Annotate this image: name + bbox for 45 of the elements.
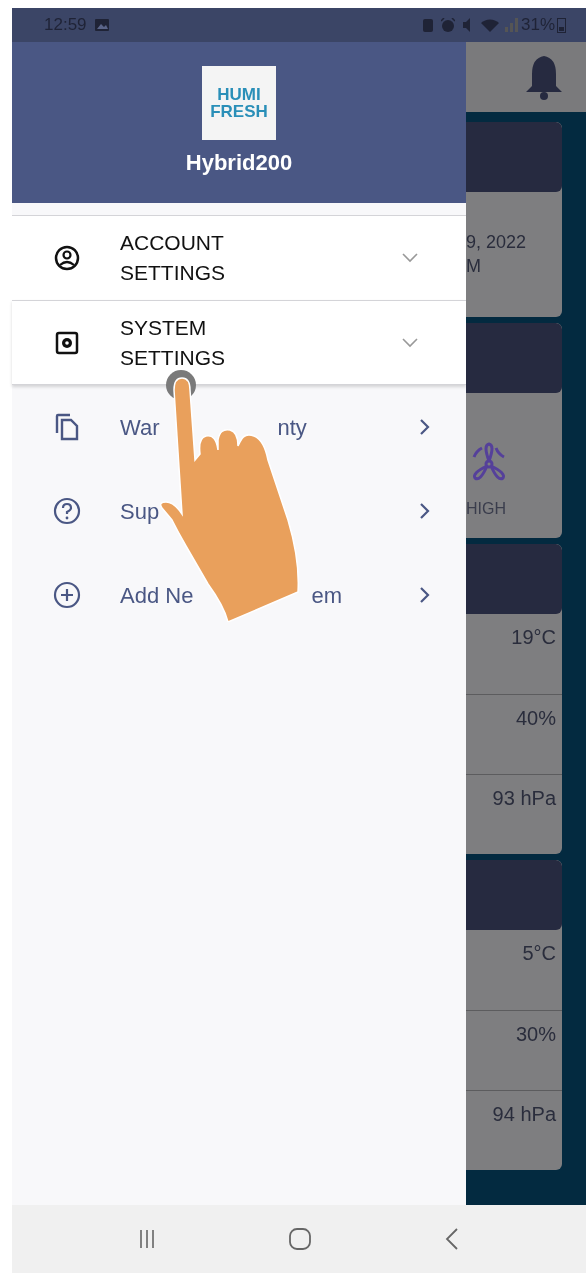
chevron-right-icon xyxy=(420,503,430,519)
menu-item[interactable]: War nty xyxy=(12,385,466,469)
card-text: 9, 2022 xyxy=(466,231,528,254)
reading-value: 94 hPa xyxy=(466,1090,562,1170)
mute-icon xyxy=(462,18,473,32)
chevron-right-icon xyxy=(420,419,430,435)
reading-value: 5°C xyxy=(521,941,557,966)
settings-icon xyxy=(55,330,79,355)
image-icon xyxy=(94,19,109,31)
logo-text: FRESH xyxy=(210,103,268,120)
item-label: em xyxy=(311,581,342,610)
wifi-icon xyxy=(480,18,499,32)
item-label: ACCOUNT SETTINGS xyxy=(120,230,226,286)
recent-apps-icon[interactable] xyxy=(138,1229,155,1249)
chevron-down-icon xyxy=(402,253,418,263)
logo-text: HUMI xyxy=(217,86,261,103)
signal-icon xyxy=(504,18,519,32)
item-label: nty xyxy=(277,413,307,442)
item-label: Sup xyxy=(120,497,160,526)
back-icon[interactable] xyxy=(445,1228,460,1250)
reading-value: 93 hPa xyxy=(466,774,562,854)
accordion-item[interactable]: SYSTEM SETTINGS xyxy=(12,300,466,385)
fan-speed-label: HIGH xyxy=(466,499,506,519)
item-label: War xyxy=(120,413,160,442)
battery-icon xyxy=(557,17,566,33)
user-circle-icon xyxy=(54,245,80,271)
copy-icon xyxy=(55,413,79,441)
reading-value: 19°C xyxy=(510,625,557,650)
add-circle-icon xyxy=(53,581,81,609)
chevron-right-icon xyxy=(420,587,430,603)
help-icon xyxy=(53,497,81,525)
home-icon[interactable] xyxy=(288,1227,312,1251)
menu-item[interactable]: Add Ne em xyxy=(12,553,466,637)
reading-value: 40% xyxy=(466,694,562,774)
item-label: Add Ne xyxy=(120,581,194,610)
accordion-item[interactable]: ACCOUNT SETTINGS xyxy=(12,215,466,300)
item-label: SYSTEM SETTINGS xyxy=(120,314,226,371)
lock-icon xyxy=(422,18,433,32)
card-text: M xyxy=(466,255,482,278)
reading-value: 30% xyxy=(466,1010,562,1090)
alarm-icon xyxy=(440,18,455,32)
bell-icon xyxy=(524,54,564,100)
menu-item[interactable]: Sup xyxy=(12,469,466,553)
chevron-down-icon xyxy=(402,337,418,348)
device-name: Hybrid200 xyxy=(185,149,293,177)
